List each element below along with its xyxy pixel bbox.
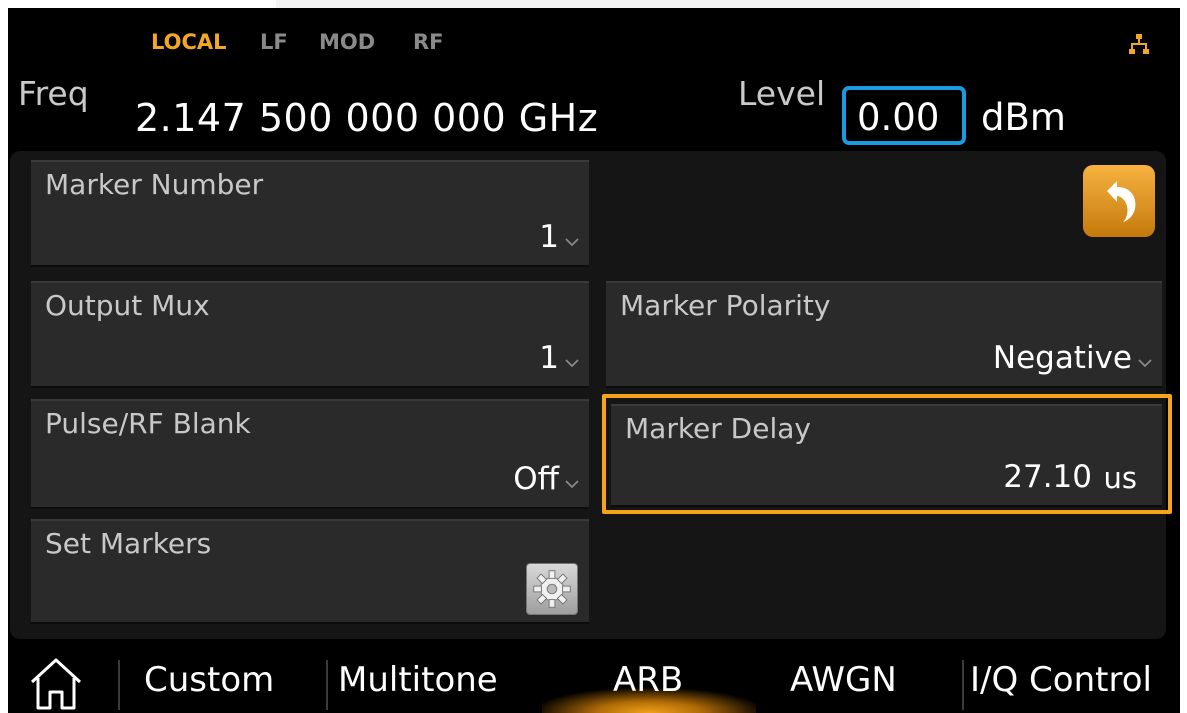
freq-label: Freq [18, 74, 89, 113]
back-arrow-icon [1107, 181, 1136, 222]
output-mux-dropdown[interactable]: Output Mux 1 [31, 281, 589, 388]
tab-iq-control[interactable]: I/Q Control [964, 648, 1180, 713]
field-value: Negative [992, 340, 1132, 376]
chevron-down-icon [565, 238, 579, 247]
field-value: 1 [539, 219, 559, 255]
pulse-rf-blank-dropdown[interactable]: Pulse/RF Blank Off [31, 399, 589, 509]
freq-value[interactable]: 2.147 500 000 000 GHz [135, 96, 598, 140]
bottom-tab-bar: Custom Multitone ARB AWGN I/Q Control [8, 648, 1180, 713]
back-button[interactable] [1083, 165, 1155, 237]
level-unit: dBm [981, 96, 1066, 139]
field-label: Set Markers [45, 527, 212, 560]
status-mod: MOD [319, 30, 376, 54]
gear-icon [533, 570, 571, 608]
marker-delay-field[interactable]: Marker Delay 27.10 us [611, 404, 1162, 507]
field-unit: us [1103, 461, 1138, 495]
status-rf: RF [413, 30, 444, 54]
field-label: Marker Number [45, 168, 264, 201]
tab-label: ARB [613, 660, 684, 700]
set-markers-field[interactable]: Set Markers [31, 519, 589, 624]
status-local: LOCAL [151, 30, 227, 54]
marker-number-dropdown[interactable]: Marker Number 1 [31, 160, 589, 267]
home-icon [30, 658, 82, 710]
marker-polarity-dropdown[interactable]: Marker Polarity Negative [606, 281, 1162, 388]
tab-label: I/Q Control [970, 660, 1152, 700]
chevron-down-icon [1138, 359, 1152, 368]
instrument-screen: LOCAL LF MOD RF Freq 2.147 500 000 000 G… [8, 8, 1180, 713]
field-label: Pulse/RF Blank [45, 407, 251, 440]
tab-home[interactable] [8, 648, 118, 713]
set-markers-button[interactable] [526, 563, 578, 615]
status-lf: LF [260, 30, 288, 54]
tab-multitone[interactable]: Multitone [326, 648, 542, 713]
tab-label: AWGN [790, 660, 897, 700]
field-label: Marker Delay [625, 412, 811, 445]
level-label: Level [738, 74, 826, 113]
tab-label: Multitone [338, 660, 498, 700]
field-label: Output Mux [45, 289, 210, 322]
chevron-down-icon [565, 480, 579, 489]
tab-awgn[interactable]: AWGN [756, 648, 964, 713]
level-value[interactable]: 0.00 [857, 96, 939, 139]
field-value: 27.10 [1003, 459, 1092, 495]
tab-arb[interactable]: ARB [542, 648, 756, 713]
field-value: Off [513, 461, 559, 497]
field-value: 1 [539, 340, 559, 376]
field-label: Marker Polarity [620, 289, 831, 322]
chevron-down-icon [565, 359, 579, 368]
network-icon [1129, 34, 1149, 54]
tab-label: Custom [144, 660, 275, 700]
tab-custom[interactable]: Custom [120, 648, 326, 713]
